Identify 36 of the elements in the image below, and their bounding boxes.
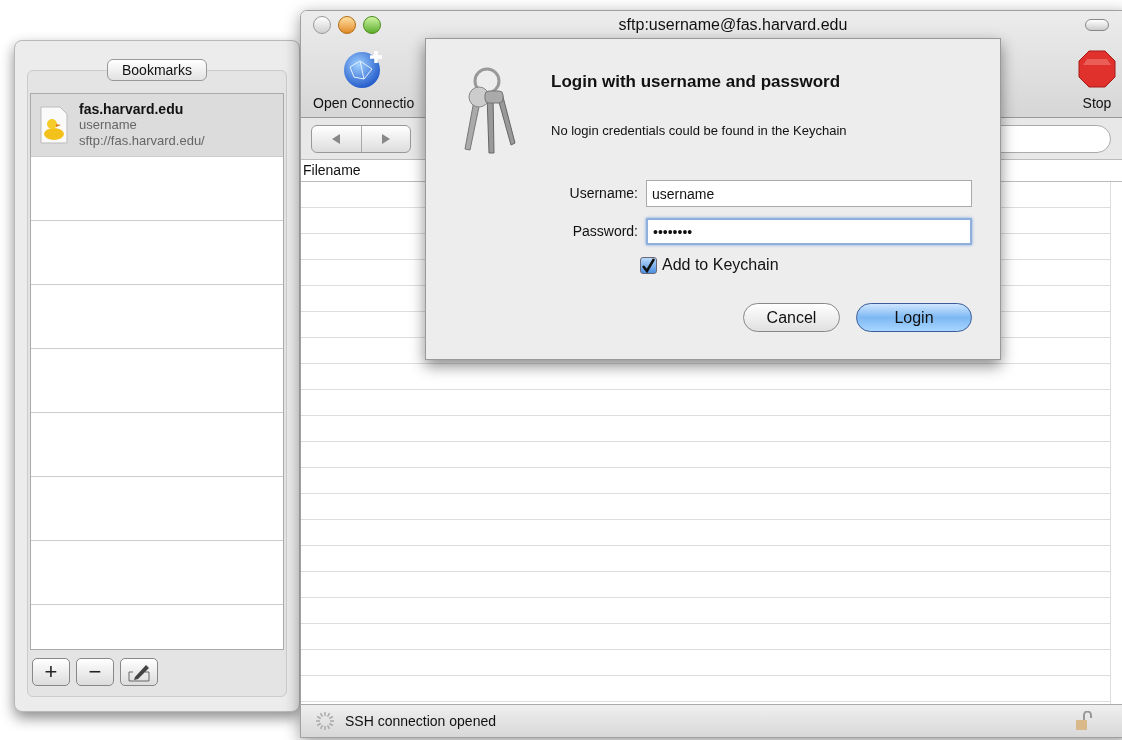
bookmark-item[interactable]: fas.harvard.edu username sftp://fas.harvard.edu/ [31, 94, 283, 157]
sheet-title: Login with username and password [551, 71, 842, 93]
zoom-button[interactable] [363, 16, 381, 34]
window-title: sftp:username@fas.harvard.edu [617, 15, 849, 35]
column-header[interactable]: Filename [301, 160, 363, 181]
back-icon [331, 132, 342, 145]
login-button[interactable]: Login [856, 303, 972, 332]
remove-button[interactable]: − [76, 658, 114, 686]
sheet-message: No login credentials could be found in the Keychain [551, 121, 848, 140]
checkbox-label: Add to Keychain [662, 255, 779, 275]
status-text: SSH connection opened [345, 711, 497, 731]
stop-icon [1077, 49, 1117, 89]
edit-button[interactable] [120, 658, 158, 686]
keychain-checkbox[interactable] [640, 256, 657, 274]
drawer-title: Bookmarks [107, 59, 207, 81]
spinner-icon [315, 711, 335, 731]
back-forward-control[interactable] [311, 124, 411, 153]
username-field[interactable]: username [646, 180, 972, 207]
pencil-icon [127, 662, 151, 682]
checkmark-icon [641, 257, 656, 273]
unlocked-padlock-icon [1075, 711, 1093, 731]
bookmark-user: username [79, 117, 138, 133]
document-duck-icon [39, 105, 69, 145]
cancel-button[interactable]: Cancel [743, 303, 840, 332]
bookmark-host: fas.harvard.edu [79, 101, 185, 117]
password-field[interactable]: •••••••• [646, 218, 972, 245]
toolbar-toggle-button[interactable] [1085, 19, 1109, 31]
forward-icon [380, 132, 391, 145]
field-label: Password: [571, 222, 638, 241]
stop-button[interactable]: Stop [1077, 49, 1117, 114]
bookmark-url: sftp://fas.harvard.edu/ [79, 133, 205, 149]
add-button[interactable]: + [32, 658, 70, 686]
field-label: Username: [568, 184, 638, 203]
open-connection-button[interactable]: Open Connectio [313, 49, 415, 114]
minimize-button[interactable] [338, 16, 356, 34]
close-button[interactable] [313, 16, 331, 34]
